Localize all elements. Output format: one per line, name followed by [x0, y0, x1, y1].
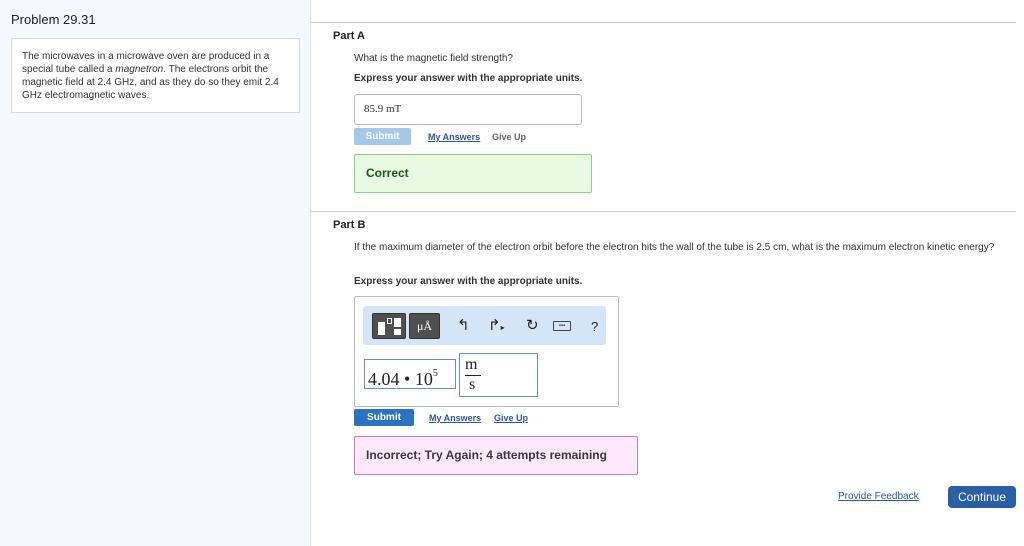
unit-numerator: m	[465, 356, 478, 373]
part-a-instruction: Express your answer with the appropriate…	[354, 73, 583, 84]
keyboard-icon[interactable]: ▪▪▪	[553, 321, 571, 331]
part-a-give-up-link[interactable]: Give Up	[492, 132, 526, 142]
part-b-answer-editor: μÅ ↰ ↱▸ ↻ ▪▪▪ ? 4.04 • 105 m s	[354, 296, 619, 407]
provide-feedback-link[interactable]: Provide Feedback	[838, 491, 919, 502]
part-a-title[interactable]: Part A	[333, 30, 365, 42]
problem-title: Problem 29.31	[11, 12, 96, 27]
value-exponent: 5	[432, 368, 438, 379]
redo-icon[interactable]: ↱▸	[488, 318, 505, 336]
part-b-value-field[interactable]: 4.04 • 105	[364, 359, 456, 389]
part-a-my-answers-link[interactable]: My Answers	[428, 132, 480, 142]
problem-statement: The microwaves in a microwave oven are p…	[11, 38, 300, 113]
part-a-question: What is the magnetic field strength?	[354, 53, 513, 64]
part-b-instruction: Express your answer with the appropriate…	[354, 276, 583, 287]
part-b-question: If the maximum diameter of the electron …	[354, 242, 995, 253]
part-a-feedback-correct: Correct	[354, 154, 592, 193]
part-b-submit-button[interactable]: Submit	[354, 409, 414, 426]
value-times: •	[404, 369, 411, 389]
part-b-give-up-link[interactable]: Give Up	[494, 413, 528, 423]
part-b-feedback-incorrect: Incorrect; Try Again; 4 attempts remaini…	[354, 436, 638, 475]
part-b-units-field[interactable]: m s	[459, 353, 538, 397]
problem-text-emphasis: magnetron	[115, 64, 164, 75]
part-b-title[interactable]: Part B	[333, 219, 365, 231]
part-a-submit-button[interactable]: Submit	[354, 128, 411, 145]
templates-icon[interactable]	[372, 313, 406, 339]
part-b-my-answers-link[interactable]: My Answers	[429, 413, 481, 423]
part-a-answer-field[interactable]: 85.9 mT	[354, 94, 582, 125]
reset-icon[interactable]: ↻	[526, 318, 539, 334]
unit-denominator: s	[469, 376, 476, 393]
math-toolbar: μÅ ↰ ↱▸ ↻ ▪▪▪ ?	[363, 306, 606, 345]
value-mantissa: 4.04	[368, 369, 400, 389]
part-b-divider	[311, 211, 1016, 212]
value-base: 10	[414, 369, 433, 389]
part-a-divider	[311, 22, 1016, 23]
problem-sidebar: Problem 29.31 The microwaves in a microw…	[0, 0, 311, 546]
units-icon[interactable]: μÅ	[409, 313, 440, 339]
undo-icon[interactable]: ↰	[457, 318, 470, 334]
help-icon[interactable]: ?	[591, 319, 598, 335]
continue-button[interactable]: Continue	[948, 486, 1016, 508]
